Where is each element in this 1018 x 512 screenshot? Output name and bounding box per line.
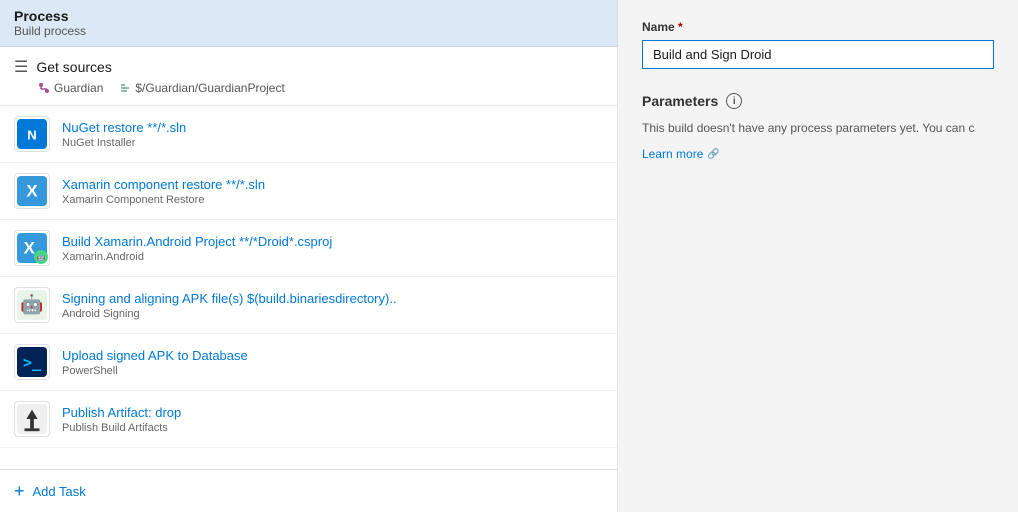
task-info-powershell: Upload signed APK to Database PowerShell xyxy=(62,348,248,377)
task-type-signing: Android Signing xyxy=(62,308,397,320)
get-sources-section[interactable]: ☰ Get sources Guardian $/Guardian/Guardi… xyxy=(0,47,617,106)
process-subtitle: Build process xyxy=(14,24,603,38)
learn-more-link[interactable]: Learn more 🔗 xyxy=(642,147,994,161)
task-icon-signing: 🤖 xyxy=(14,287,50,323)
task-info-signing: Signing and aligning APK file(s) $(build… xyxy=(62,291,397,320)
parameters-description: This build doesn't have any process para… xyxy=(642,119,994,137)
get-sources-label: Get sources xyxy=(36,59,111,75)
svg-text:X: X xyxy=(26,181,38,200)
right-panel: Name * Parameters i This build doesn't h… xyxy=(618,0,1018,512)
task-info-xamarin-android: Build Xamarin.Android Project **/*Droid*… xyxy=(62,234,332,263)
parameters-section: Parameters i This build doesn't have any… xyxy=(642,93,994,161)
name-field-label: Name * xyxy=(642,20,994,34)
learn-more-label: Learn more xyxy=(642,147,703,161)
task-item-xamarin-android[interactable]: X 🤖 Build Xamarin.Android Project **/*Dr… xyxy=(0,220,617,277)
task-info-xamarin-component: Xamarin component restore **/*.sln Xamar… xyxy=(62,177,265,206)
svg-text:🤖: 🤖 xyxy=(20,293,43,315)
branch-name: Guardian xyxy=(54,81,103,95)
branch-icon xyxy=(38,82,50,94)
path-value: $/Guardian/GuardianProject xyxy=(135,81,284,95)
add-task-button[interactable]: + Add Task xyxy=(0,469,617,512)
task-name-nuget: NuGet restore **/*.sln xyxy=(62,120,186,135)
task-type-nuget: NuGet Installer xyxy=(62,137,186,149)
svg-text:N: N xyxy=(27,127,36,142)
parameters-info-icon[interactable]: i xyxy=(726,93,742,109)
add-task-label: Add Task xyxy=(33,484,86,499)
task-icon-nuget: N xyxy=(14,116,50,152)
task-info-nuget: NuGet restore **/*.sln NuGet Installer xyxy=(62,120,186,149)
get-sources-icon: ☰ xyxy=(14,57,28,77)
task-list: N NuGet restore **/*.sln NuGet Installer… xyxy=(0,106,617,469)
task-item-nuget[interactable]: N NuGet restore **/*.sln NuGet Installer xyxy=(0,106,617,163)
task-name-publish: Publish Artifact: drop xyxy=(62,405,181,420)
task-item-powershell[interactable]: >_ Upload signed APK to Database PowerSh… xyxy=(0,334,617,391)
task-type-xamarin-component: Xamarin Component Restore xyxy=(62,194,265,206)
task-info-publish: Publish Artifact: drop Publish Build Art… xyxy=(62,405,181,434)
task-icon-xamarin-component: X xyxy=(14,173,50,209)
name-required-indicator: * xyxy=(678,20,683,34)
parameters-label: Parameters xyxy=(642,93,718,109)
svg-text:>_: >_ xyxy=(23,353,42,371)
task-item-signing[interactable]: 🤖 Signing and aligning APK file(s) $(bui… xyxy=(0,277,617,334)
process-title: Process xyxy=(14,8,603,24)
process-header: Process Build process xyxy=(0,0,617,47)
task-type-powershell: PowerShell xyxy=(62,365,248,377)
parameters-header: Parameters i xyxy=(642,93,994,109)
task-type-publish: Publish Build Artifacts xyxy=(62,422,181,434)
task-type-xamarin-android: Xamarin.Android xyxy=(62,251,332,263)
branch-info: Guardian xyxy=(38,81,103,95)
get-sources-meta: Guardian $/Guardian/GuardianProject xyxy=(14,81,603,95)
task-icon-powershell: >_ xyxy=(14,344,50,380)
external-link-icon: 🔗 xyxy=(707,149,719,160)
name-input[interactable] xyxy=(642,40,994,69)
path-info: $/Guardian/GuardianProject xyxy=(119,81,284,95)
task-name-xamarin-component: Xamarin component restore **/*.sln xyxy=(62,177,265,192)
task-item-xamarin-component[interactable]: X Xamarin component restore **/*.sln Xam… xyxy=(0,163,617,220)
plus-icon: + xyxy=(14,482,25,500)
task-name-powershell: Upload signed APK to Database xyxy=(62,348,248,363)
task-icon-publish xyxy=(14,401,50,437)
task-item-publish[interactable]: Publish Artifact: drop Publish Build Art… xyxy=(0,391,617,448)
path-icon xyxy=(119,82,131,94)
task-icon-xamarin-android: X 🤖 xyxy=(14,230,50,266)
get-sources-title: ☰ Get sources xyxy=(14,57,603,77)
left-panel: Process Build process ☰ Get sources Guar… xyxy=(0,0,618,512)
task-name-xamarin-android: Build Xamarin.Android Project **/*Droid*… xyxy=(62,234,332,249)
task-name-signing: Signing and aligning APK file(s) $(build… xyxy=(62,291,397,306)
